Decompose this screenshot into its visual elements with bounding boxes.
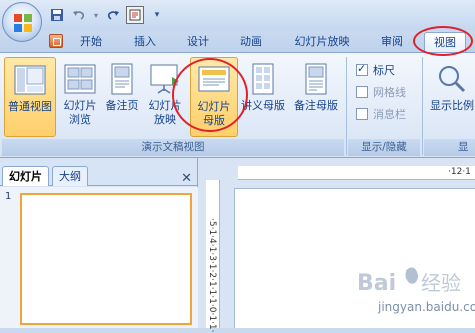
gridlines-checkbox[interactable] [356,86,368,98]
notes-master-icon [299,63,333,95]
svg-text:经验: 经验 [421,271,461,295]
notes-page-icon [105,63,139,95]
slide-sorter-label-2: 浏览 [69,113,91,126]
notes-master-label: 备注母版 [294,99,338,112]
notes-page-label: 备注页 [105,99,139,112]
chevron-down-icon[interactable]: ▾ [92,6,100,24]
tab-home[interactable]: 开始 [73,32,109,52]
gridlines-label: 网格线 [373,86,406,99]
slide-sorter-label-1: 幻灯片 [63,99,97,112]
group-separator [422,57,423,155]
tab-review[interactable]: 审阅 [374,32,410,52]
tab-slides[interactable]: 幻灯片 [2,166,49,186]
notes-page-button[interactable]: 备注页 [102,57,142,137]
horizontal-ruler-label: ·12·1 [448,167,471,177]
slide-number: 1 [5,191,12,202]
notes-master-button[interactable]: 备注母版 [290,57,342,137]
svg-text:Bai: Bai [357,271,396,296]
highlight-slide-master [172,58,248,132]
highlight-view-tab [413,26,473,56]
slide-sorter-button[interactable]: 幻灯片 浏览 [58,57,102,137]
save-icon[interactable] [48,6,66,24]
redo-icon[interactable] [104,6,122,24]
normal-view-button[interactable]: 普通视图 [4,57,56,137]
slide-list: 1 [0,187,198,328]
message-bar-checkbox[interactable] [356,108,368,120]
close-icon[interactable]: ✕ [181,171,192,186]
ruler-checkbox-row[interactable]: 标尺 [356,61,395,79]
special-icon[interactable] [126,6,144,24]
baidu-jingyan-watermark: Bai 经验 [357,267,461,296]
tab-animation[interactable]: 动画 [233,32,269,52]
group-label-show-hide: 显示/隐藏 [348,139,420,156]
vertical-ruler-label: ·5·1·4·1·3·1·2·1·1·1·0·1·1· [207,218,217,333]
slide-thumbnail[interactable] [20,193,192,325]
vertical-ruler: ·5·1·4·1·3·1·2·1·1·1·0·1·1· [206,180,220,333]
group-label-presentation-views: 演示文稿视图 [2,139,344,156]
group-label-zoom: 显示 [424,139,475,170]
pane-tabs: 幻灯片 大纲 ✕ [0,164,198,186]
quick-access-toolbar: ▾ ▾ [48,5,166,25]
undo-icon[interactable] [70,6,88,24]
office-logo-icon [14,14,32,32]
watermark-url: jingyan.baidu.com [378,300,475,314]
tab-slideshow[interactable]: 幻灯片放映 [286,32,358,52]
tab-outline[interactable]: 大纲 [52,166,88,186]
office-button[interactable] [2,2,42,42]
normal-view-icon [13,64,47,96]
zoom-label: 显示比例 [430,99,474,112]
zoom-button[interactable]: 显示比例 [426,57,475,137]
horizontal-ruler: ·12·1 [238,166,475,180]
group-separator [346,57,347,155]
slides-pane: 幻灯片 大纲 ✕ 1 [0,158,198,328]
tab-insert[interactable]: 插入 [127,32,163,52]
slide-sorter-icon [63,63,97,95]
customize-qat-icon[interactable]: ▾ [148,6,166,24]
handout-master-icon [246,63,280,95]
gridlines-checkbox-row[interactable]: 网格线 [356,83,406,101]
office-tab-icon [49,34,63,48]
ruler-checkbox[interactable] [356,62,368,76]
zoom-icon [435,63,469,95]
normal-view-label: 普通视图 [8,100,52,113]
message-bar-checkbox-row[interactable]: 消息栏 [356,105,406,123]
tab-design[interactable]: 设计 [180,32,216,52]
ruler-label: 标尺 [373,64,395,77]
message-bar-label: 消息栏 [373,108,406,121]
